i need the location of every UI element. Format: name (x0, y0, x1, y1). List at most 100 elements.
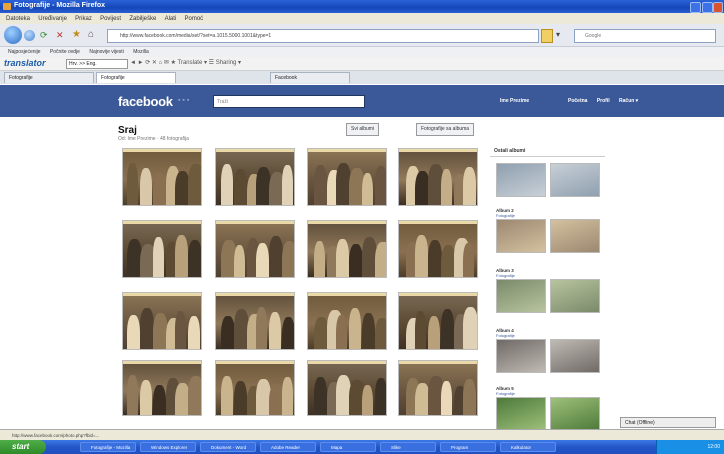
menu-view[interactable]: Prikaz (75, 16, 92, 22)
bookmark-item[interactable]: Mozilla (133, 49, 149, 55)
photo-thumbnail[interactable] (398, 360, 478, 416)
address-bar[interactable]: http://www.facebook.com/media/set/?set=a… (107, 29, 539, 43)
facebook-logo[interactable]: facebook (118, 94, 173, 109)
start-button[interactable]: start (0, 440, 46, 454)
menu-bar: Datoteka Uređivanje Prikaz Povijest Zabi… (0, 13, 724, 24)
photo-thumbnail[interactable] (122, 220, 202, 278)
photo-figure (441, 309, 454, 349)
photo-figure (221, 376, 233, 415)
taskbar-item[interactable]: Windows Explorer (140, 442, 196, 452)
bookmark-item[interactable]: Najnovije vijesti (89, 49, 123, 55)
photo-thumbnail[interactable] (215, 220, 295, 278)
tab-2[interactable]: Fotografije (96, 72, 176, 83)
photo-figure (188, 164, 201, 205)
address-url: http://www.facebook.com/media/set/?set=a… (120, 33, 272, 39)
all-albums-button[interactable]: Svi albumi (346, 123, 380, 136)
sidebar-album-thumbnail[interactable] (550, 279, 600, 313)
notification-icons[interactable]: ▪ ▪ ▪ (178, 97, 189, 104)
menu-edit[interactable]: Uređivanje (38, 16, 67, 22)
photo-thumbnail[interactable] (215, 292, 295, 350)
tab-3[interactable]: Facebook (270, 72, 350, 83)
clock: 12:00 (707, 444, 720, 450)
divider (490, 156, 605, 157)
rss-icon[interactable] (541, 29, 553, 43)
forward-button[interactable] (24, 30, 35, 41)
tab-1[interactable]: Fotografije (4, 72, 94, 83)
photo-thumbnail[interactable] (122, 292, 202, 350)
photo-thumbnail[interactable] (307, 360, 387, 416)
user-name-link[interactable]: Ime Prezime (500, 98, 529, 104)
sidebar-album-thumbnail[interactable] (496, 219, 546, 253)
photo-thumbnail[interactable] (398, 220, 478, 278)
photo-figure (269, 236, 283, 277)
photo-figure (415, 311, 426, 349)
photo-thumbnail[interactable] (307, 292, 387, 350)
translator-icons[interactable]: ◄ ► ⟳ ✕ ⌂ ✉ ★ Translate ▾ ☰ Sharing ▾ (130, 59, 241, 66)
profile-link[interactable]: Profil (597, 98, 610, 104)
album-photos-button[interactable]: Fotografije sa albuma (416, 123, 475, 136)
album-meta: Od: Ime Prezime · 48 fotografija (118, 136, 189, 142)
photo-figure (188, 316, 200, 349)
menu-history[interactable]: Povijest (100, 16, 121, 22)
home-icon[interactable]: ⌂ (88, 29, 100, 41)
taskbar-item[interactable]: Slike (380, 442, 436, 452)
taskbar-item[interactable]: Program (440, 442, 496, 452)
photo-thumbnail[interactable] (122, 148, 202, 206)
dropdown-icon[interactable]: ▾ (556, 30, 560, 39)
sidebar-album-thumbnail[interactable] (550, 339, 600, 373)
sidebar-album-thumbnail[interactable] (496, 397, 546, 431)
photo-figure (140, 308, 154, 349)
photo-thumbnail[interactable] (307, 148, 387, 206)
sidebar-album-thumbnail[interactable] (550, 397, 600, 431)
photo-figure (463, 379, 476, 415)
close-button[interactable] (713, 2, 723, 13)
sidebar-album-thumbnail[interactable] (550, 219, 600, 253)
stop-icon[interactable]: ✕ (56, 30, 66, 40)
menu-file[interactable]: Datoteka (6, 16, 30, 22)
reload-icon[interactable]: ⟳ (40, 30, 50, 40)
menu-help[interactable]: Pomoć (184, 16, 203, 22)
minimize-button[interactable] (690, 2, 701, 13)
taskbar-item[interactable]: Mapa (320, 442, 376, 452)
home-link[interactable]: Početna (568, 98, 587, 104)
photo-figure (415, 235, 428, 277)
photo-thumbnail[interactable] (398, 148, 478, 206)
account-menu[interactable]: Račun ▾ (619, 98, 638, 104)
photo-thumbnail[interactable] (307, 220, 387, 278)
photo-thumbnail[interactable] (122, 360, 202, 416)
sidebar-album-link[interactable]: Fotografije (496, 213, 515, 218)
photo-thumbnail[interactable] (215, 148, 295, 206)
photo-figure (221, 316, 235, 349)
bookmark-item[interactable]: Najposjećenije (8, 49, 41, 55)
chat-button[interactable]: Chat (Offline) (620, 417, 716, 428)
taskbar-item[interactable]: Kalkulator (500, 442, 556, 452)
back-button[interactable] (4, 26, 22, 44)
taskbar-item[interactable]: Fotografije - Mozilla (80, 442, 136, 452)
bookmark-star-icon[interactable]: ★ (72, 29, 84, 41)
photo-caption-strip (399, 361, 477, 364)
maximize-button[interactable] (702, 2, 713, 13)
photo-thumbnail[interactable] (215, 360, 295, 416)
sidebar-album-thumbnail[interactable] (496, 339, 546, 373)
sidebar-album-link[interactable]: Fotografije (496, 391, 515, 396)
facebook-header: facebook ▪ ▪ ▪ Traži Ime Prezime Početna… (0, 85, 724, 117)
photo-figure (375, 242, 386, 277)
sidebar-album-link[interactable]: Fotografije (496, 273, 515, 278)
sidebar-album-thumbnail[interactable] (550, 163, 600, 197)
search-box[interactable]: Google (574, 29, 716, 43)
menu-bookmarks[interactable]: Zabilješke (129, 16, 156, 22)
facebook-search-input[interactable]: Traži (213, 95, 365, 108)
sidebar-album-thumbnail[interactable] (496, 279, 546, 313)
taskbar-item[interactable]: Adobe Reader (260, 442, 316, 452)
bookmark-item[interactable]: Počnite ovdje (50, 49, 80, 55)
photo-figure (127, 315, 140, 349)
sidebar-album-link[interactable]: Fotografije (496, 333, 515, 338)
menu-tools[interactable]: Alati (165, 16, 177, 22)
taskbar-item[interactable]: Dokument - Word (200, 442, 256, 452)
photo-thumbnail[interactable] (398, 292, 478, 350)
navigation-toolbar: ⟳ ✕ ★ ⌂ http://www.facebook.com/media/se… (0, 24, 724, 47)
photo-figure (375, 378, 386, 415)
photo-caption-strip (123, 221, 201, 224)
sidebar-album-thumbnail[interactable] (496, 163, 546, 197)
translator-language-select[interactable]: Hrv. >> Eng. (66, 59, 128, 69)
